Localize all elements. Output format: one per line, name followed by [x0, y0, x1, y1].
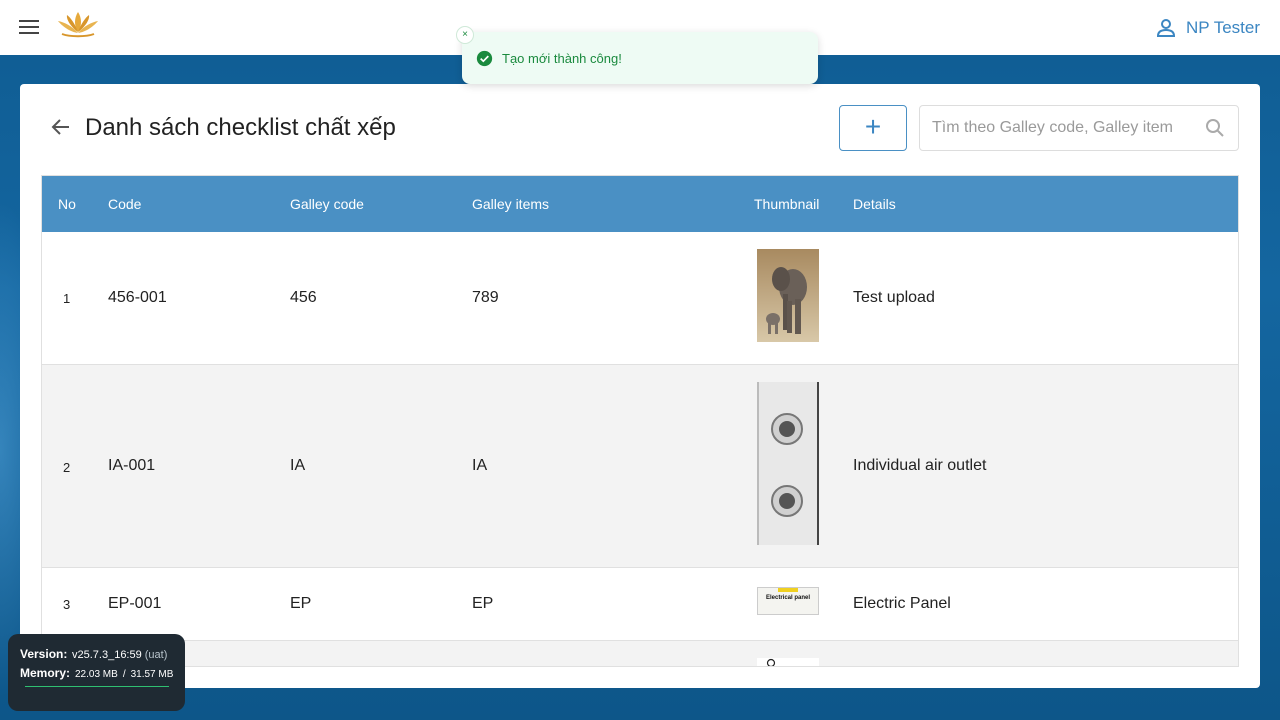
- column-header-galley-items: Galley items: [472, 196, 550, 212]
- column-header-thumbnail: Thumbnail: [754, 196, 820, 212]
- row-galley-items: EP: [472, 595, 494, 612]
- search-icon[interactable]: [1204, 117, 1226, 139]
- row-details: Electric Panel: [853, 595, 951, 612]
- memory-separator: /: [122, 669, 126, 680]
- memory-bar: [25, 686, 169, 687]
- search-input[interactable]: [932, 119, 1204, 137]
- table-header: No Code Galley code Galley items Thumbna…: [42, 176, 1238, 232]
- table-row[interactable]: 2 IA-001 IA IA Individual air outlet: [42, 365, 1238, 568]
- memory-used: 22.03 MB: [75, 669, 118, 680]
- row-galley-code: IA: [290, 457, 306, 474]
- row-code: EP-001: [108, 595, 162, 612]
- success-toast: × Tạo mới thành công!: [456, 26, 818, 84]
- hamburger-menu-icon[interactable]: [17, 17, 41, 39]
- row-details: Test upload: [853, 289, 935, 306]
- row-details: Individual air outlet: [853, 457, 987, 474]
- elephant-thumbnail[interactable]: [757, 249, 819, 342]
- electric-panel-thumbnail[interactable]: Electrical panel: [757, 587, 819, 615]
- column-header-code: Code: [108, 196, 142, 212]
- user-menu[interactable]: NP Tester: [1154, 16, 1260, 40]
- row-galley-code: 456: [290, 289, 317, 306]
- table-row[interactable]: 3 EP-001 EP EP Electrical panel Electric…: [42, 568, 1238, 641]
- row-code: 456-001: [108, 289, 167, 306]
- thumbnail-text: Electrical panel: [765, 595, 811, 601]
- row-code: IA-001: [108, 457, 156, 474]
- row-galley-items: IA: [472, 457, 488, 474]
- column-header-details: Details: [853, 196, 896, 212]
- user-icon: [1156, 19, 1175, 37]
- memory-label: Memory:: [20, 666, 71, 680]
- loading-thumbnail: [757, 658, 819, 666]
- search-box: [919, 105, 1239, 151]
- add-button[interactable]: +: [839, 105, 907, 151]
- memory-total: 31.57 MB: [130, 669, 174, 680]
- version-value: v25.7.3_16:59: [72, 649, 142, 661]
- version-env: (uat): [144, 649, 168, 661]
- toast-close-button[interactable]: ×: [456, 26, 474, 44]
- checklist-table: No Code Galley code Galley items Thumbna…: [41, 175, 1239, 667]
- row-galley-code: EP: [290, 595, 312, 612]
- page-title: Danh sách checklist chất xếp: [85, 114, 396, 141]
- check-circle-icon: [476, 50, 493, 66]
- table-row[interactable]: 1 456-001 456 789 Test upload: [42, 232, 1238, 365]
- row-no: 1: [63, 291, 71, 306]
- air-outlet-thumbnail[interactable]: [757, 382, 819, 545]
- toast-message: Tạo mới thành công!: [502, 50, 622, 66]
- main-card: Danh sách checklist chất xếp + No Code G…: [20, 84, 1260, 688]
- column-header-no: No: [58, 196, 76, 212]
- column-header-galley-code: Galley code: [290, 196, 364, 212]
- version-panel: Version: v25.7.3_16:59 (uat) Memory: 22.…: [8, 634, 185, 711]
- back-arrow-icon[interactable]: [50, 116, 72, 138]
- row-no: 3: [63, 597, 71, 612]
- row-galley-items: 789: [472, 289, 499, 306]
- refresh-icon: [766, 658, 776, 666]
- user-name: NP Tester: [1185, 18, 1260, 37]
- version-label: Version:: [20, 647, 68, 661]
- lotus-logo: [58, 12, 98, 38]
- row-no: 2: [63, 460, 71, 475]
- table-row[interactable]: [42, 641, 1238, 666]
